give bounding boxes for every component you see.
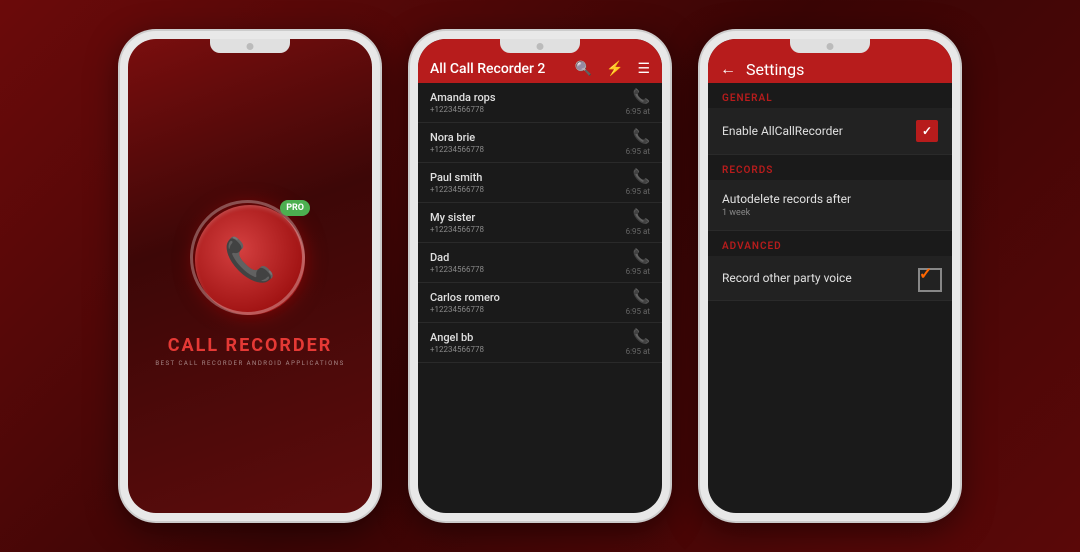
search-icon[interactable]: 🔍 — [575, 61, 592, 77]
call-time: 6:95 at — [626, 227, 650, 236]
call-name: Angel bb — [430, 331, 626, 344]
list-item[interactable]: Paul smith +12234566778 📞 6:95 at — [418, 163, 662, 203]
call-time: 6:95 at — [626, 107, 650, 116]
app-bar-icons-2: 🔍 ⚡ ☰ — [575, 61, 650, 77]
outgoing-call-icon: 📞 — [633, 209, 650, 225]
incoming-call-icon: 📞 — [633, 89, 650, 105]
phone-1: 📞 PRO CALL RECORDER BEST CALL RECORDER A… — [120, 31, 380, 521]
call-info: Angel bb +12234566778 — [430, 331, 626, 354]
call-number: +12234566778 — [430, 225, 626, 234]
menu-icon[interactable]: ☰ — [637, 61, 650, 77]
settings-content: GENERAL Enable AllCallRecorder RECORDS A… — [708, 83, 952, 513]
call-number: +12234566778 — [430, 145, 626, 154]
record-other-party-checkbox[interactable] — [918, 268, 938, 288]
call-name: Dad — [430, 251, 626, 264]
call-number: +12234566778 — [430, 185, 626, 194]
section-header-general: GENERAL — [708, 83, 952, 108]
call-info: Amanda rops +12234566778 — [430, 91, 626, 114]
incoming-call-icon: 📞 — [633, 169, 650, 185]
record-other-party-label: Record other party voice — [722, 271, 852, 285]
call-right: 📞 6:95 at — [626, 289, 650, 316]
phone-3-screen: ← Settings GENERAL Enable AllCallRecorde… — [708, 39, 952, 513]
call-time: 6:95 at — [626, 347, 650, 356]
call-info: Paul smith +12234566778 — [430, 171, 626, 194]
settings-title: Settings — [746, 60, 804, 79]
call-right: 📞 6:95 at — [626, 169, 650, 196]
call-name: Nora brie — [430, 131, 626, 144]
outgoing-call-icon: 📞 — [633, 289, 650, 305]
call-time: 6:95 at — [626, 147, 650, 156]
phone-2-camera — [537, 43, 544, 50]
list-item[interactable]: Dad +12234566778 📞 6:95 at — [418, 243, 662, 283]
back-button[interactable]: ← — [720, 59, 736, 79]
call-list: Amanda rops +12234566778 📞 6:95 at Nora … — [418, 83, 662, 513]
logo-circle: 📞 — [195, 205, 305, 315]
call-number: +12234566778 — [430, 105, 626, 114]
call-right: 📞 6:95 at — [626, 129, 650, 156]
enable-recorder-label: Enable AllCallRecorder — [722, 124, 843, 138]
section-header-advanced: ADVANCED — [708, 231, 952, 256]
settings-item-text: Enable AllCallRecorder — [722, 124, 843, 138]
phone-1-screen: 📞 PRO CALL RECORDER BEST CALL RECORDER A… — [128, 39, 372, 513]
list-item[interactable]: Carlos romero +12234566778 📞 6:95 at — [418, 283, 662, 323]
call-info: Nora brie +12234566778 — [430, 131, 626, 154]
app-name-highlight: RECORDER — [219, 335, 332, 356]
list-item[interactable]: My sister +12234566778 📞 6:95 at — [418, 203, 662, 243]
call-info: My sister +12234566778 — [430, 211, 626, 234]
call-time: 6:95 at — [626, 267, 650, 276]
phone-3: ← Settings GENERAL Enable AllCallRecorde… — [700, 31, 960, 521]
call-name: Paul smith — [430, 171, 626, 184]
app-subtitle: BEST CALL RECORDER ANDROID APPLICATIONS — [155, 360, 344, 367]
logo-ring — [190, 200, 305, 315]
phone-1-camera — [247, 43, 254, 50]
section-header-records: RECORDS — [708, 155, 952, 180]
settings-item-autodelete[interactable]: Autodelete records after 1 week — [708, 180, 952, 231]
incoming-call-icon: 📞 — [633, 329, 650, 345]
call-time: 6:95 at — [626, 307, 650, 316]
list-item[interactable]: Amanda rops +12234566778 📞 6:95 at — [418, 83, 662, 123]
app-title: CALL RECORDER — [168, 335, 333, 356]
call-info: Carlos romero +12234566778 — [430, 291, 626, 314]
call-number: +12234566778 — [430, 345, 626, 354]
list-item[interactable]: Angel bb +12234566778 📞 6:95 at — [418, 323, 662, 363]
call-time: 6:95 at — [626, 187, 650, 196]
call-number: +12234566778 — [430, 305, 626, 314]
incoming-call-icon: 📞 — [633, 249, 650, 265]
call-name: Carlos romero — [430, 291, 626, 304]
autodelete-label: Autodelete records after — [722, 192, 851, 206]
app-bar-title-2: All Call Recorder 2 — [430, 61, 575, 77]
call-number: +12234566778 — [430, 265, 626, 274]
app-name-part1: CALL — [168, 335, 219, 356]
settings-item-record-other[interactable]: Record other party voice — [708, 256, 952, 301]
call-right: 📞 6:95 at — [626, 209, 650, 236]
call-name: My sister — [430, 211, 626, 224]
call-right: 📞 6:95 at — [626, 89, 650, 116]
phone-3-camera — [827, 43, 834, 50]
call-name: Amanda rops — [430, 91, 626, 104]
phone-2: All Call Recorder 2 🔍 ⚡ ☰ Amanda rops +1… — [410, 31, 670, 521]
settings-item-info: Autodelete records after 1 week — [722, 192, 851, 218]
settings-item-text: Record other party voice — [722, 271, 852, 285]
settings-item-enable[interactable]: Enable AllCallRecorder — [708, 108, 952, 155]
call-right: 📞 6:95 at — [626, 249, 650, 276]
enable-recorder-checkbox[interactable] — [916, 120, 938, 142]
outgoing-call-icon: 📞 — [633, 129, 650, 145]
logo-container: 📞 PRO — [195, 205, 305, 315]
autodelete-value: 1 week — [722, 208, 851, 218]
flash-icon[interactable]: ⚡ — [606, 61, 623, 77]
list-item[interactable]: Nora brie +12234566778 📞 6:95 at — [418, 123, 662, 163]
call-right: 📞 6:95 at — [626, 329, 650, 356]
phone-2-screen: All Call Recorder 2 🔍 ⚡ ☰ Amanda rops +1… — [418, 39, 662, 513]
pro-badge: PRO — [280, 200, 310, 216]
call-info: Dad +12234566778 — [430, 251, 626, 274]
